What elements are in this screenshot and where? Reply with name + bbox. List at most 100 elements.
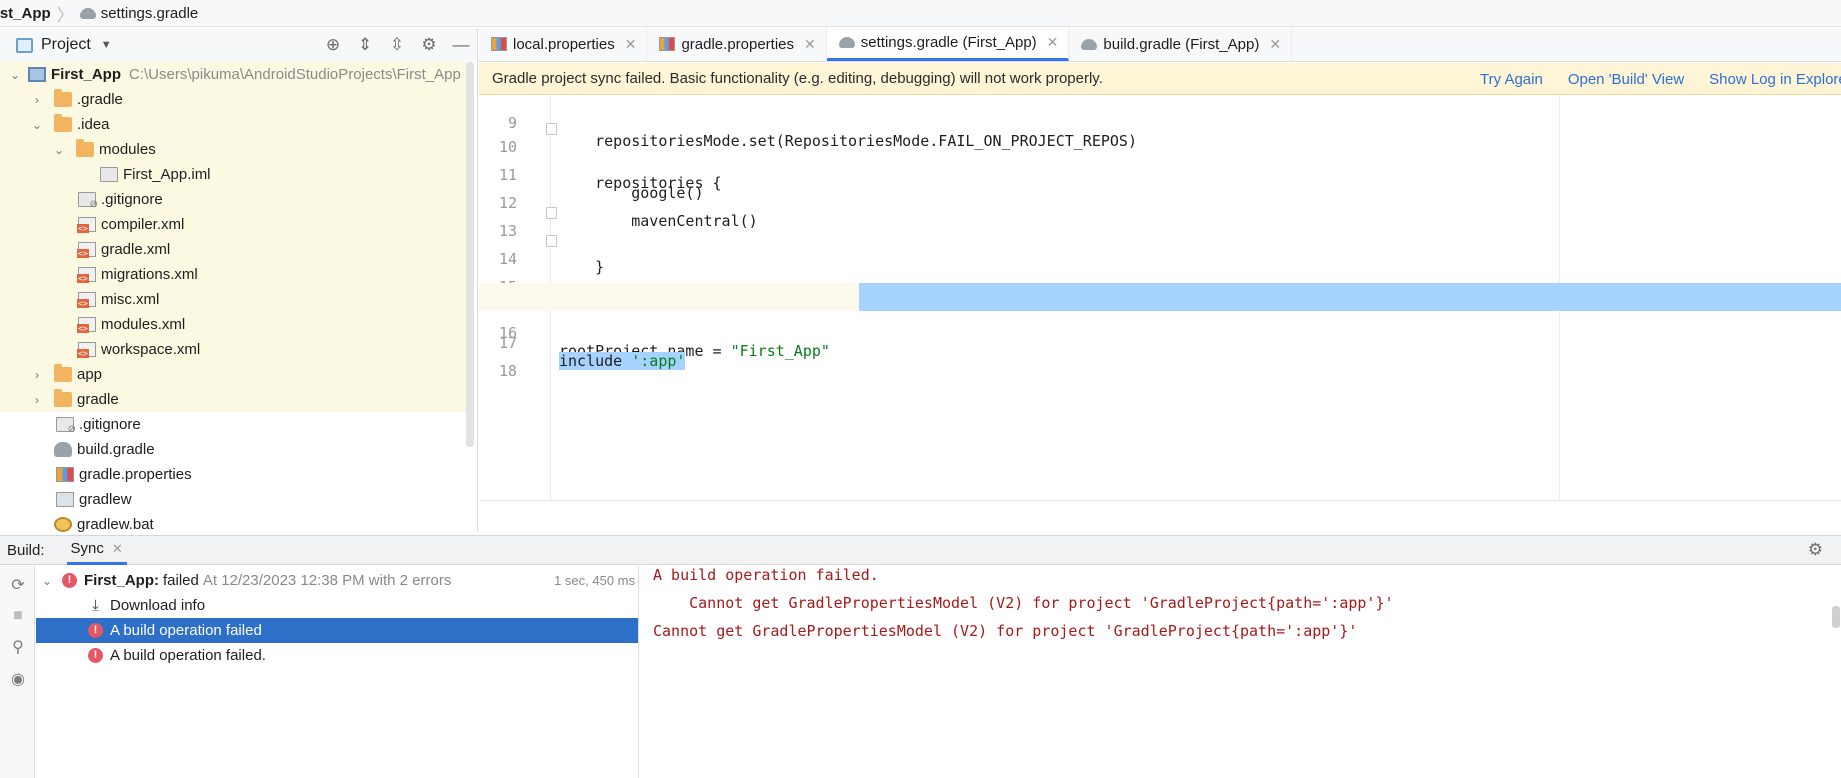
code-line[interactable]: 11 google() <box>479 143 1841 202</box>
project-view-selector[interactable]: Project <box>41 36 91 54</box>
build-status: failed <box>163 572 199 589</box>
console-scrollbar[interactable] <box>1832 606 1840 628</box>
tree-item-folder[interactable]: ⌄ .idea <box>0 112 466 137</box>
code-line[interactable]: 10 repositories { <box>479 115 1841 192</box>
tree-item-file[interactable]: build.gradle <box>0 437 466 462</box>
tree-item-file[interactable]: .gitignore <box>0 187 466 212</box>
build-node-selected[interactable]: ! A build operation failed <box>36 618 638 643</box>
error-icon: ! <box>62 573 77 588</box>
close-icon[interactable]: ✕ <box>1047 34 1059 51</box>
code-line[interactable]: 15 <box>479 255 1841 296</box>
tree-item-file[interactable]: workspace.xml <box>0 337 466 362</box>
build-toolbar: ⟳ ■ ⚲ ◉ <box>0 566 35 778</box>
refresh-icon[interactable]: ⟳ <box>8 576 28 596</box>
folder-icon <box>54 114 72 132</box>
chevron-right-icon[interactable]: › <box>30 393 44 407</box>
tree-item-label: workspace.xml <box>101 341 201 358</box>
code-editor[interactable]: 9 repositoriesMode.set(RepositoriesMode.… <box>479 96 1841 502</box>
tree-item-file[interactable]: migrations.xml <box>0 262 466 287</box>
tree-item-file[interactable]: gradlew <box>0 487 466 512</box>
fold-marker-icon[interactable] <box>546 235 557 247</box>
tab-gradle-properties[interactable]: gradle.properties ✕ <box>647 27 827 61</box>
open-build-view-link[interactable]: Open 'Build' View <box>1568 71 1684 88</box>
tree-item-label: misc.xml <box>101 291 160 308</box>
build-node[interactable]: ⤓ Download info <box>36 593 638 618</box>
locate-icon[interactable]: ⊕ <box>317 35 349 55</box>
build-console-output[interactable]: A build operation failed. Cannot get Gra… <box>640 566 1841 778</box>
tree-item-project-root[interactable]: ⌄ First_App C:\Users\pikuma\AndroidStudi… <box>0 62 466 87</box>
chevron-down-icon[interactable]: ⌄ <box>8 68 22 82</box>
tree-item-label: First_App.iml <box>123 166 211 183</box>
chevron-right-icon[interactable]: › <box>30 368 44 382</box>
pin-icon[interactable]: ⚲ <box>8 638 28 658</box>
build-node-name: First_App: <box>84 572 159 589</box>
build-node[interactable]: ! A build operation failed. <box>36 643 638 668</box>
code-line[interactable]: 17 include ':app' <box>479 311 1841 370</box>
tree-scrollbar[interactable] <box>466 62 474 447</box>
show-log-link[interactable]: Show Log in Explore <box>1709 71 1841 88</box>
tree-item-file[interactable]: First_App.iml <box>0 162 466 187</box>
folder-icon <box>76 139 94 157</box>
close-icon[interactable]: ✕ <box>112 541 123 557</box>
module-icon <box>28 67 46 82</box>
build-detail: At 12/23/2023 12:38 PM with 2 errors <box>202 572 452 589</box>
banner-message: Gradle project sync failed. Basic functi… <box>492 70 1103 87</box>
breadcrumb-file-label: settings.gradle <box>100 4 199 22</box>
build-node-root[interactable]: ⌄ ! First_App: failed At 12/23/2023 12:3… <box>36 568 638 593</box>
stop-icon[interactable]: ■ <box>8 606 28 626</box>
tab-sync[interactable]: Sync ✕ <box>66 535 127 565</box>
gear-icon[interactable]: ⚙ <box>1808 540 1823 560</box>
gradle-icon <box>54 442 72 457</box>
error-icon: ! <box>88 623 103 638</box>
fold-marker-icon[interactable] <box>546 207 557 219</box>
navigation-breadcrumb: rst_App 〉 settings.gradle <box>0 0 1841 27</box>
code-line[interactable]: 18 <box>479 339 1841 380</box>
properties-icon <box>56 467 74 482</box>
tree-item-file[interactable]: misc.xml <box>0 287 466 312</box>
collapse-all-icon[interactable]: ⇳ <box>381 35 413 55</box>
code-line-current[interactable]: 16 rootProject.name = "First_App" <box>479 283 1841 360</box>
tree-item-folder[interactable]: ⌄ modules <box>0 137 466 162</box>
tree-item-label: build.gradle <box>77 441 155 458</box>
tree-item-folder[interactable]: › gradle <box>0 387 466 412</box>
properties-icon <box>659 37 676 51</box>
hide-panel-icon[interactable]: — <box>445 35 477 55</box>
tree-item-label: compiler.xml <box>101 216 185 233</box>
tab-settings-gradle[interactable]: settings.gradle (First_App) ✕ <box>826 27 1070 61</box>
tree-item-label: .gradle <box>77 91 123 108</box>
tree-item-folder[interactable]: › .gradle <box>0 87 466 112</box>
close-icon[interactable]: ✕ <box>804 36 816 53</box>
eye-icon[interactable]: ◉ <box>8 670 28 690</box>
tree-item-file[interactable]: gradle.xml <box>0 237 466 262</box>
tree-item-folder[interactable]: › app <box>0 362 466 387</box>
error-icon: ! <box>88 648 103 663</box>
tree-item-file[interactable]: .gitignore <box>0 412 466 437</box>
xml-file-icon <box>77 292 96 308</box>
breadcrumb-project[interactable]: rst_App <box>0 5 51 22</box>
tab-build-gradle[interactable]: build.gradle (First_App) ✕ <box>1069 27 1293 61</box>
chevron-down-icon[interactable]: ⌄ <box>30 118 44 132</box>
tree-item-file[interactable]: compiler.xml <box>0 212 466 237</box>
close-icon[interactable]: ✕ <box>625 36 637 53</box>
build-toolwindow-header: Build: Sync ✕ ⚙ <box>0 535 1841 565</box>
iml-file-icon <box>100 167 118 182</box>
chevron-down-icon[interactable]: ⌄ <box>52 143 66 157</box>
tree-item-file[interactable]: modules.xml <box>0 312 466 337</box>
try-again-link[interactable]: Try Again <box>1480 71 1543 88</box>
chevron-right-icon[interactable]: › <box>30 93 44 107</box>
chevron-down-icon[interactable]: ⌄ <box>40 574 54 588</box>
expand-all-icon[interactable]: ⇕ <box>349 35 381 55</box>
tree-item-label: gradle.properties <box>79 466 192 483</box>
tab-label: settings.gradle (First_App) <box>860 34 1037 51</box>
breadcrumb-file[interactable]: settings.gradle <box>79 4 199 22</box>
tree-item-file[interactable]: gradlew.bat <box>0 512 466 532</box>
chevron-down-icon[interactable]: ▼ <box>101 39 112 51</box>
fold-marker-icon[interactable] <box>546 123 557 135</box>
tree-item-file[interactable]: gradle.properties <box>0 462 466 487</box>
tab-local-properties[interactable]: local.properties ✕ <box>479 27 648 61</box>
code-line[interactable]: 14 } <box>479 227 1841 304</box>
code-line[interactable]: 13 } <box>479 199 1841 276</box>
code-line[interactable]: 12 mavenCentral() <box>479 171 1841 230</box>
gear-icon[interactable]: ⚙ <box>413 35 445 55</box>
close-icon[interactable]: ✕ <box>1269 36 1281 53</box>
